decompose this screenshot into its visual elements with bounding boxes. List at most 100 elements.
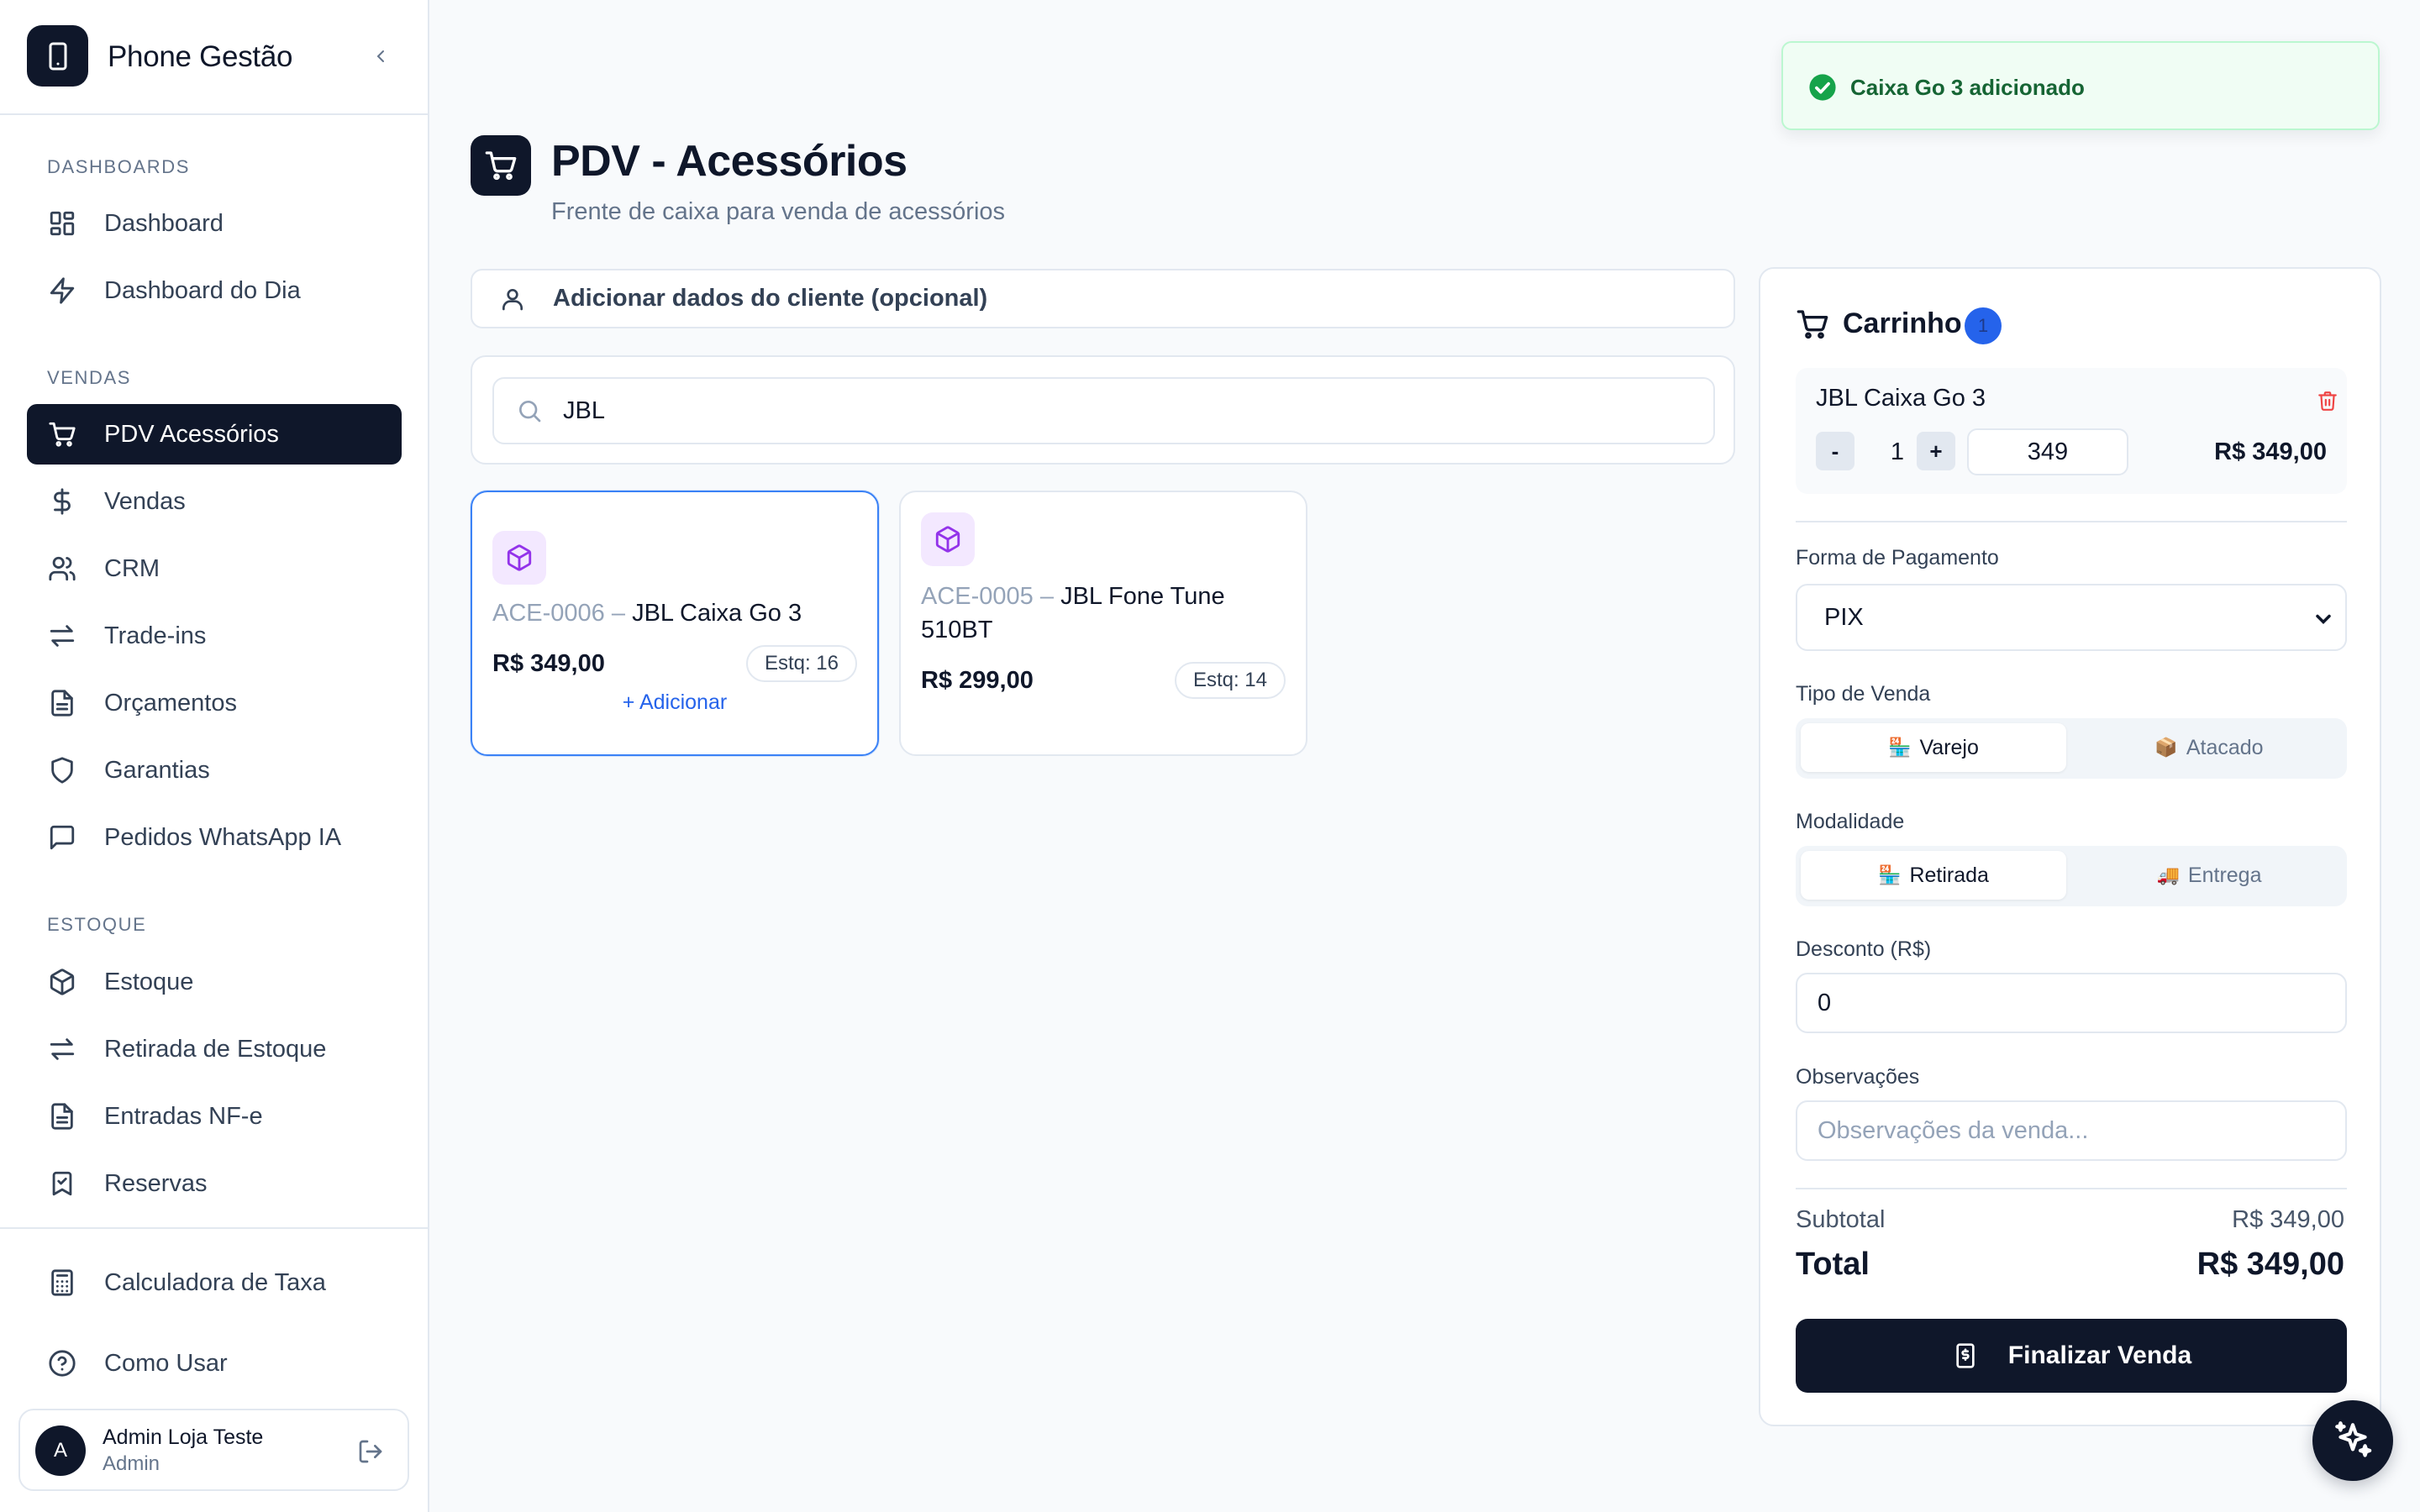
sidebar-item-retirada-estoque[interactable]: Retirada de Estoque (27, 1019, 402, 1079)
sale-type-atacado[interactable]: 📦 Atacado (2076, 723, 2342, 772)
cart-count-badge: 1 (1965, 307, 2002, 344)
phone-icon (27, 25, 88, 87)
truck-icon: 🚚 (2156, 864, 2180, 885)
sidebar-item-reservas[interactable]: Reservas (27, 1153, 402, 1214)
check-circle-icon (1809, 74, 1836, 101)
modality-label: Modalidade (1796, 810, 1905, 833)
app-name: Phone Gestão (108, 40, 293, 73)
sidebar-item-estoque[interactable]: Estoque (27, 952, 402, 1012)
modality-retirada-label: Retirada (1909, 863, 1989, 887)
subtotal-value: R$ 349,00 (2232, 1206, 2344, 1233)
unit-price-input[interactable] (1967, 428, 2128, 475)
message-square-icon (47, 822, 77, 853)
sidebar-item-crm[interactable]: CRM (27, 538, 402, 599)
product-card[interactable]: ACE-0006 – JBL Caixa Go 3 R$ 349,00 Estq… (471, 491, 879, 756)
finalize-sale-button[interactable]: Finalizar Venda (1796, 1319, 2347, 1393)
product-code: ACE-0006 – (492, 600, 625, 627)
add-client-data-button[interactable]: Adicionar dados do cliente (opcional) (471, 269, 1735, 328)
increase-qty-button[interactable]: + (1917, 432, 1955, 470)
sidebar-item-label: Dashboard do Dia (104, 276, 301, 304)
log-out-icon (359, 1440, 382, 1463)
product-name: ACE-0005 – JBL Fone Tune 510BT (921, 580, 1291, 647)
receipt-icon (1951, 1341, 1980, 1370)
add-client-label: Adicionar dados do cliente (opcional) (553, 285, 988, 312)
search-input[interactable] (563, 396, 1655, 425)
package-icon (921, 512, 975, 566)
bookmark-check-icon (47, 1168, 77, 1199)
toast-message: Caixa Go 3 adicionado (1850, 75, 2085, 100)
sidebar: Phone Gestão Dashboards Dashboard Dashbo… (0, 0, 429, 1512)
cart-item-name: JBL Caixa Go 3 (1816, 385, 1986, 412)
trash-icon (2318, 391, 2337, 411)
product-card[interactable]: ACE-0005 – JBL Fone Tune 510BT R$ 299,00… (899, 491, 1307, 756)
product-code: ACE-0005 – (921, 583, 1054, 610)
shopping-cart-icon (471, 135, 531, 196)
decrease-qty-button[interactable]: - (1816, 432, 1854, 470)
modality-retirada[interactable]: 🏪 Retirada (1801, 851, 2066, 900)
finalize-sale-label: Finalizar Venda (2007, 1341, 2192, 1369)
add-product-link[interactable]: + Adicionar (472, 690, 877, 715)
search-icon (514, 396, 544, 426)
sidebar-item-dashboard-dia[interactable]: Dashboard do Dia (27, 260, 402, 321)
logout-button[interactable] (355, 1436, 387, 1467)
chevron-down-icon (2316, 614, 2331, 624)
sidebar-item-label: Como Usar (104, 1349, 228, 1377)
package-icon (47, 967, 77, 997)
sidebar-item-trade-ins[interactable]: Trade-ins (27, 606, 402, 666)
box-icon: 📦 (2154, 737, 2178, 758)
notes-input[interactable] (1796, 1100, 2347, 1161)
notes-label: Observações (1796, 1065, 1920, 1089)
calculator-icon (47, 1268, 77, 1298)
sidebar-item-garantias[interactable]: Garantias (27, 740, 402, 801)
dollar-sign-icon (47, 486, 77, 517)
ai-assistant-button[interactable] (2312, 1400, 2393, 1481)
shopping-cart-icon (47, 419, 77, 449)
sidebar-item-calculadora[interactable]: Calculadora de Taxa (27, 1252, 402, 1313)
brand-header: Phone Gestão (0, 0, 428, 115)
page-title: PDV - Acessórios (551, 137, 908, 186)
modality-entrega[interactable]: 🚚 Entrega (2076, 851, 2342, 900)
sidebar-item-orcamentos[interactable]: Orçamentos (27, 673, 402, 733)
remove-item-button[interactable] (2315, 388, 2340, 413)
sidebar-item-label: Estoque (104, 968, 194, 995)
sale-type-atacado-label: Atacado (2186, 735, 2264, 759)
arrow-left-right-icon (47, 621, 77, 651)
cart-item-total: R$ 349,00 (2214, 438, 2327, 465)
success-toast: Caixa Go 3 adicionado (1781, 41, 2380, 130)
sidebar-item-label: Garantias (104, 756, 210, 784)
page-subtitle: Frente de caixa para venda de acessórios (551, 198, 1006, 225)
section-label-vendas: Vendas (47, 367, 132, 388)
sidebar-item-dashboard[interactable]: Dashboard (27, 193, 402, 254)
product-price: R$ 349,00 (492, 650, 605, 677)
sidebar-item-entradas-nfe[interactable]: Entradas NF-e (27, 1086, 402, 1147)
total-label: Total (1796, 1247, 1870, 1282)
divider (1796, 521, 2347, 522)
product-price: R$ 299,00 (921, 667, 1034, 694)
total-value: R$ 349,00 (2196, 1247, 2344, 1282)
user-role: Admin (103, 1452, 160, 1475)
product-title: JBL Caixa Go 3 (632, 600, 802, 627)
chevron-left-icon (376, 50, 384, 62)
sale-type-label: Tipo de Venda (1796, 682, 1931, 706)
sidebar-item-label: Vendas (104, 487, 186, 515)
sale-type-varejo[interactable]: 🏪 Varejo (1801, 723, 2066, 772)
shield-icon (47, 755, 77, 785)
divider (1796, 1188, 2347, 1189)
stock-badge: Estq: 14 (1174, 662, 1286, 699)
payment-method-select[interactable]: PIX (1796, 584, 2347, 651)
sidebar-item-pdv-acessorios[interactable]: PDV Acessórios (27, 404, 402, 465)
modality-toggle: 🏪 Retirada 🚚 Entrega (1796, 846, 2347, 906)
cart-title: Carrinho (1843, 307, 1962, 339)
discount-input[interactable] (1796, 973, 2347, 1033)
stock-badge: Estq: 16 (745, 645, 857, 682)
sidebar-item-label: CRM (104, 554, 160, 582)
section-label-estoque: Estoque (47, 914, 147, 935)
search-card (471, 355, 1735, 465)
sidebar-item-como-usar[interactable]: Como Usar (27, 1333, 402, 1394)
sidebar-item-vendas[interactable]: Vendas (27, 471, 402, 532)
user-icon (497, 284, 528, 314)
sale-type-varejo-label: Varejo (1919, 735, 1979, 759)
cart-item: JBL Caixa Go 3 - 1 + R$ 349,00 (1796, 368, 2347, 494)
collapse-sidebar-button[interactable] (366, 42, 395, 71)
sidebar-item-pedidos-whatsapp[interactable]: Pedidos WhatsApp IA (27, 807, 402, 868)
